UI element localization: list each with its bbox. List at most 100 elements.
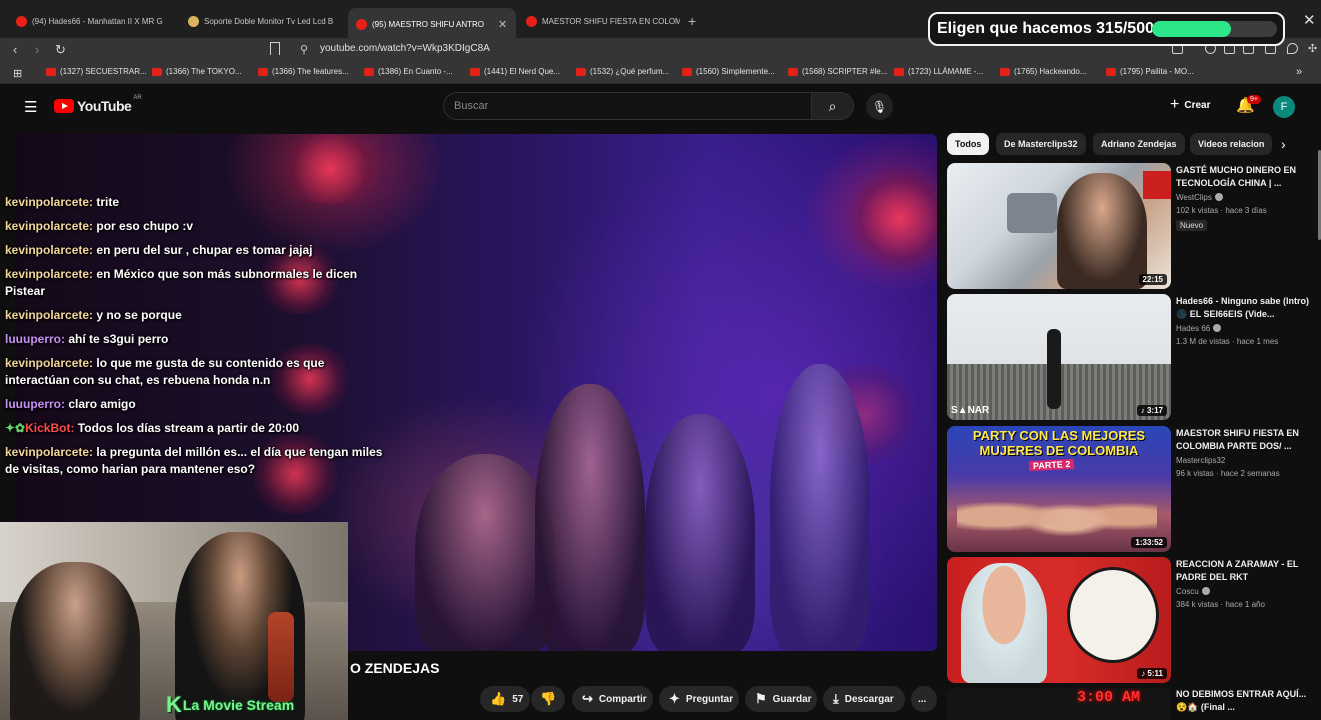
browser-tab-active[interactable]: (95) MAESTRO SHIFU ANTRO ✕ — [348, 8, 516, 40]
channel-name[interactable]: Hades 66 — [1176, 324, 1222, 333]
bookmark-item[interactable]: (1560) Simplemente... — [682, 67, 775, 76]
recommendation-item[interactable]: 3:00 AM NO DEBIMOS ENTRAR AQUÍ... 😵🏠 (Fi… — [947, 688, 1307, 720]
recommendation-item[interactable]: PARTY CON LAS MEJORES MUJERES DE COLOMBI… — [947, 426, 1307, 552]
bookmark-item[interactable]: (1723) LLÁMAME -... — [894, 67, 983, 76]
dislike-button[interactable]: 👎 — [531, 686, 565, 712]
video-thumbnail[interactable]: 3:00 AM — [947, 688, 1171, 720]
save-button[interactable]: ⚑ Guardar — [745, 686, 817, 712]
duration-badge: 22:15 — [1138, 274, 1167, 285]
url-field[interactable]: youtube.com/watch?v=Wkp3KDIgC8A — [320, 43, 490, 54]
bookmark-item[interactable]: (1327) SECUESTRAR... — [46, 67, 147, 76]
bookmarks-overflow-icon[interactable]: » — [1296, 66, 1302, 78]
chip-masterclips[interactable]: De Masterclips32 — [996, 133, 1086, 155]
new-tab-button[interactable]: + — [688, 13, 696, 29]
bookmark-item[interactable]: (1366) The TOKYO... — [152, 67, 242, 76]
voice-search-button[interactable]: 🎙 — [866, 93, 893, 120]
verified-icon — [1213, 324, 1222, 332]
video-title: O ZENDEJAS — [350, 660, 440, 676]
crowd-person — [415, 454, 555, 651]
chevron-right-icon[interactable]: › — [1281, 136, 1286, 152]
search-input[interactable] — [443, 92, 813, 120]
tab-label: (95) MAESTRO SHIFU ANTRO — [372, 19, 485, 29]
channel-name[interactable]: WestClips — [1176, 193, 1223, 202]
duration-badge: ♪ 3:17 — [1136, 405, 1167, 416]
hamburger-menu-icon[interactable]: ☰ — [24, 98, 37, 116]
tab-label: Soporte Doble Monitor Tv Led Lcd B — [204, 16, 334, 26]
bookmark-item[interactable]: (1568) SCRIPTER #le... — [788, 67, 887, 76]
channel-name[interactable]: Masterclips32 — [1176, 456, 1225, 465]
video-meta: 102 k vistas · hace 3 días — [1176, 206, 1267, 215]
webcam-overlay: K La Movie Stream — [0, 522, 348, 720]
bookmark-icon[interactable] — [270, 42, 280, 55]
recommendation-title[interactable]: GASTÉ MUCHO DINERO EN TECNOLOGÍA CHINA |… — [1176, 164, 1311, 190]
chip-related[interactable]: Videos relacion — [1190, 133, 1272, 155]
back-icon[interactable]: ‹ — [13, 42, 17, 58]
bookmark-item[interactable]: (1366) The features... — [258, 67, 349, 76]
chat-text: trite — [96, 195, 120, 209]
youtube-favicon-icon — [682, 67, 692, 76]
bookmark-item[interactable]: (1441) El Nerd Que... — [470, 67, 560, 76]
like-button[interactable]: 👍 57 — [480, 686, 530, 712]
close-tab-icon[interactable]: ✕ — [498, 18, 507, 31]
share-button[interactable]: ↪ Compartir — [572, 686, 653, 712]
chat-text: en peru del sur , chupar es tomar jajaj — [96, 243, 313, 257]
create-button[interactable]: + Crear — [1170, 96, 1210, 114]
chip-todos[interactable]: Todos — [947, 133, 990, 155]
download-arrow-icon: ⤓ — [833, 691, 839, 706]
forward-icon[interactable]: › — [35, 42, 39, 58]
avatar[interactable]: F — [1273, 96, 1295, 118]
browser-tab[interactable]: (94) Hades66 - Manhattan II X MR G — [8, 8, 176, 34]
chip-adriano[interactable]: Adriano Zendejas — [1093, 133, 1185, 155]
youtube-favicon-icon — [16, 15, 27, 27]
more-dots-icon: ... — [918, 693, 927, 705]
chat-username: kevinpolarcete: — [5, 219, 94, 233]
bookmark-item[interactable]: (1795) Pailita - MO... — [1106, 67, 1194, 76]
stage-light — [845, 164, 937, 274]
shield-icon[interactable] — [1287, 43, 1298, 54]
thumbs-down-icon: 👎 — [540, 691, 557, 706]
water-bottle — [268, 612, 294, 702]
recommendation-title[interactable]: NO DEBIMOS ENTRAR AQUÍ... 😵🏠 (Final ... — [1176, 688, 1307, 714]
video-thumbnail[interactable]: S▲NAR ♪ 3:17 — [947, 294, 1171, 420]
recommendation-item[interactable]: S▲NAR ♪ 3:17 Hades66 - Ninguno sabe (Int… — [947, 294, 1309, 420]
presenter-shape — [1057, 173, 1147, 289]
youtube-favicon-icon — [894, 67, 904, 76]
window-close-icon[interactable]: ✕ — [1303, 11, 1316, 29]
site-info-icon[interactable]: ⚲ — [300, 43, 308, 56]
download-button[interactable]: ⤓ Descargar — [823, 686, 905, 712]
recommendation-item[interactable]: ♪ 5:11 REACCION A ZARAMAY - EL PADRE DEL… — [947, 557, 1307, 683]
recommendation-item[interactable]: 22:15 GASTÉ MUCHO DINERO EN TECNOLOGÍA C… — [947, 163, 1307, 289]
video-thumbnail[interactable]: PARTY CON LAS MEJORES MUJERES DE COLOMBI… — [947, 426, 1171, 552]
video-meta: 384 k vistas · hace 1 año — [1176, 600, 1265, 609]
video-thumbnail[interactable]: 22:15 — [947, 163, 1171, 289]
youtube-logo[interactable]: YouTube AR — [54, 95, 142, 114]
chat-username: kevinpolarcete: — [5, 445, 94, 459]
recommendation-title[interactable]: MAESTOR SHIFU FIESTA EN COLOMBIA PARTE D… — [1176, 427, 1311, 453]
cartoon-shape — [1067, 567, 1159, 663]
youtube-favicon-icon — [258, 67, 268, 76]
bookmark-item[interactable]: (1386) En Cuanto -... — [364, 67, 453, 76]
ask-button[interactable]: ✦ Preguntar — [659, 686, 739, 712]
bookmark-item[interactable]: (1765) Hackeando... — [1000, 67, 1087, 76]
recommendation-title[interactable]: Hades66 - Ninguno sabe (Intro) 🌑 EL SEI6… — [1176, 295, 1311, 321]
chat-message: kevinpolarcete: por eso chupo :v — [5, 218, 385, 235]
video-thumbnail[interactable]: ♪ 5:11 — [947, 557, 1171, 683]
browser-tab[interactable]: Soporte Doble Monitor Tv Led Lcd B — [180, 8, 342, 34]
more-actions-button[interactable]: ... — [911, 686, 937, 712]
browser-tab[interactable]: MAESTOR SHIFU FIESTA EN COLOMB — [518, 8, 680, 34]
chat-message: kevinpolarcete: trite — [5, 194, 385, 211]
bookmark-item[interactable]: (1532) ¿Qué perfum... — [576, 67, 669, 76]
extensions-icon[interactable]: ✣ — [1308, 42, 1319, 55]
drone-shape — [1007, 193, 1057, 233]
microphone-icon: 🎙 — [871, 99, 888, 114]
chat-text: ahí te s3gui perro — [68, 332, 169, 346]
channel-name[interactable]: Coscu — [1176, 587, 1210, 596]
stream-goal-widget: Eligen que hacemos 315/500 — [928, 12, 1285, 46]
goal-text: Eligen que hacemos 315/500 — [937, 20, 1154, 37]
reload-icon[interactable]: ↻ — [55, 42, 66, 58]
apps-grid-icon[interactable]: ⊞ — [13, 67, 22, 80]
search-button[interactable]: ⌕ — [811, 92, 854, 120]
youtube-play-icon — [54, 99, 74, 113]
recommendation-title[interactable]: REACCION A ZARAMAY - EL PADRE DEL RKT — [1176, 558, 1311, 584]
thumbnail-headline: PARTY CON LAS MEJORES MUJERES DE COLOMBI… — [972, 428, 1146, 458]
